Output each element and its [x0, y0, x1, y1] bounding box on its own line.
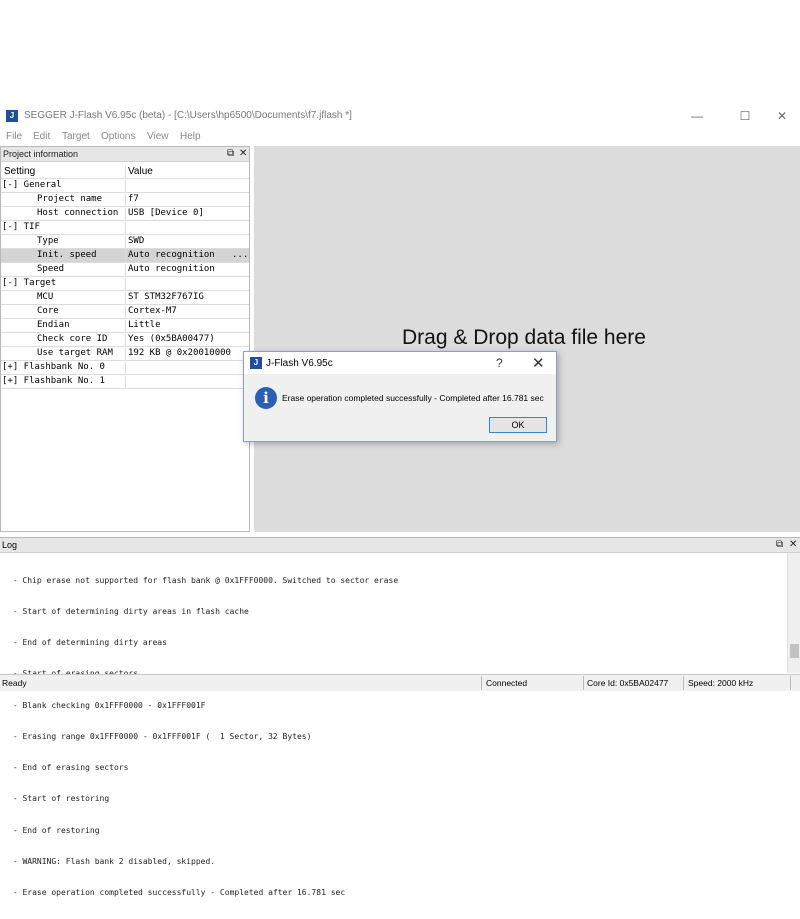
- float-panel-icon[interactable]: ⧉: [776, 539, 783, 550]
- status-separator: [790, 676, 791, 690]
- info-icon: i: [255, 387, 277, 409]
- use-target-ram-value[interactable]: 192 KB @ 0x20010000: [125, 348, 249, 361]
- status-separator: [683, 676, 684, 690]
- window-title: SEGGER J-Flash V6.95c (beta) - [C:\Users…: [24, 110, 352, 121]
- cell-value: [125, 362, 249, 375]
- table-row[interactable]: [-] TIF: [1, 221, 249, 235]
- cell-value: [125, 376, 249, 389]
- log-scrollbar[interactable]: [787, 553, 800, 673]
- connection-status: Connected: [486, 678, 528, 688]
- type-value[interactable]: SWD: [125, 236, 249, 249]
- init-speed-value[interactable]: Auto recognition: [125, 250, 249, 263]
- cell-value: [125, 222, 249, 235]
- panel-title: Project information: [3, 149, 79, 159]
- jflash-logo-icon: J: [6, 110, 18, 122]
- log-panel: Log ⧉ ✕ - Chip erase not supported for f…: [0, 537, 800, 897]
- speed-status: Speed: 2000 kHz: [688, 678, 754, 688]
- grid-header-row: Setting Value: [1, 165, 249, 179]
- dialog-title-bar: J J-Flash V6.95c ? ✕: [244, 352, 556, 374]
- status-text: Ready: [2, 678, 27, 688]
- log-line: - Erasing range 0x1FFF0000 - 0x1FFF001F …: [8, 731, 312, 741]
- column-header-value[interactable]: Value: [125, 166, 249, 179]
- menu-edit[interactable]: Edit: [33, 131, 50, 142]
- group-target[interactable]: [-] Target: [1, 278, 124, 291]
- status-bar: Ready Connected Core Id: 0x5BA02477 Spee…: [0, 674, 800, 691]
- close-button[interactable]: ✕: [765, 106, 799, 126]
- table-row[interactable]: Speed Auto recognition: [1, 263, 249, 277]
- project-information-panel: Project information ⧉ ✕ Setting Value [-…: [0, 146, 250, 532]
- dialog-close-button[interactable]: ✕: [532, 354, 545, 372]
- log-line: - Erase operation completed successfully…: [8, 888, 346, 897]
- drop-area[interactable]: Drag & Drop data file here: [254, 146, 800, 532]
- table-row[interactable]: [-] General: [1, 179, 249, 193]
- log-line: - Blank checking 0x1FFF0000 - 0x1FFF001F: [8, 700, 206, 710]
- group-general[interactable]: [-] General: [1, 180, 124, 193]
- dialog-title: J-Flash V6.95c: [266, 358, 333, 369]
- log-line: - End of erasing sectors: [8, 763, 129, 773]
- log-line: - WARNING: Flash bank 2 disabled, skippe…: [8, 856, 216, 866]
- group-flashbank-0[interactable]: [+] Flashbank No. 0: [1, 362, 124, 375]
- close-panel-icon[interactable]: ✕: [239, 148, 247, 159]
- table-row[interactable]: Endian Little: [1, 319, 249, 333]
- check-core-id-value[interactable]: Yes (0x5BA00477): [125, 334, 249, 347]
- table-row[interactable]: Use target RAM 192 KB @ 0x20010000: [1, 347, 249, 361]
- dialog-body: i Erase operation completed successfully…: [244, 374, 556, 441]
- drop-hint: Drag & Drop data file here: [402, 326, 646, 349]
- log-line: - End of determining dirty areas: [8, 638, 167, 648]
- menu-help[interactable]: Help: [180, 131, 201, 142]
- message-dialog: J J-Flash V6.95c ? ✕ i Erase operation c…: [243, 351, 557, 442]
- scrollbar-thumb[interactable]: [790, 644, 799, 658]
- menu-view[interactable]: View: [147, 131, 169, 142]
- table-row[interactable]: MCU ST STM32F767IG: [1, 291, 249, 305]
- close-panel-icon[interactable]: ✕: [789, 539, 797, 550]
- menu-options[interactable]: Options: [101, 131, 135, 142]
- group-flashbank-1[interactable]: [+] Flashbank No. 1: [1, 376, 124, 389]
- menu-bar: File Edit Target Options View Help: [0, 129, 800, 145]
- float-panel-icon[interactable]: ⧉: [227, 148, 234, 159]
- ok-button[interactable]: OK: [489, 417, 547, 433]
- table-row-selected[interactable]: Init. speed Auto recognition ...: [1, 249, 249, 263]
- mcu-value[interactable]: ST STM32F767IG: [125, 292, 249, 305]
- cell-value: [125, 180, 249, 193]
- table-row[interactable]: Core Cortex-M7: [1, 305, 249, 319]
- table-row[interactable]: Check core ID Yes (0x5BA00477): [1, 333, 249, 347]
- menu-file[interactable]: File: [6, 131, 22, 142]
- log-output: - Chip erase not supported for flash ban…: [8, 555, 398, 919]
- maximize-button[interactable]: ☐: [728, 106, 762, 126]
- table-row[interactable]: [+] Flashbank No. 1: [1, 375, 249, 389]
- jflash-logo-icon: J: [250, 357, 262, 369]
- project-name-value[interactable]: f7: [125, 194, 249, 207]
- browse-button[interactable]: ...: [232, 250, 248, 262]
- log-line: - Start of determining dirty areas in fl…: [8, 607, 249, 617]
- table-row[interactable]: [+] Flashbank No. 0: [1, 361, 249, 375]
- panel-header: Project information ⧉ ✕: [1, 147, 249, 162]
- table-row[interactable]: [-] Target: [1, 277, 249, 291]
- speed-value[interactable]: Auto recognition: [125, 264, 249, 277]
- table-row[interactable]: Type SWD: [1, 235, 249, 249]
- host-connection-value[interactable]: USB [Device 0]: [125, 208, 249, 221]
- column-header-setting[interactable]: Setting: [1, 166, 126, 179]
- log-title: Log: [2, 540, 18, 550]
- table-row[interactable]: Host connection USB [Device 0]: [1, 207, 249, 221]
- endian-value[interactable]: Little: [125, 320, 249, 333]
- log-line: - End of restoring: [8, 825, 100, 835]
- menu-target[interactable]: Target: [62, 131, 90, 142]
- dialog-help-button[interactable]: ?: [496, 356, 503, 370]
- core-value[interactable]: Cortex-M7: [125, 306, 249, 319]
- group-tif[interactable]: [-] TIF: [1, 222, 124, 235]
- status-separator: [583, 676, 584, 690]
- minimize-button[interactable]: —: [680, 106, 714, 126]
- core-id-status: Core Id: 0x5BA02477: [587, 678, 669, 688]
- title-bar: J SEGGER J-Flash V6.95c (beta) - [C:\Use…: [0, 103, 800, 129]
- status-separator: [481, 676, 482, 690]
- dialog-message: Erase operation completed successfully -…: [282, 393, 544, 403]
- cell-value: [125, 278, 249, 291]
- log-line: - Chip erase not supported for flash ban…: [8, 575, 399, 585]
- panel-header: Log ⧉ ✕: [0, 538, 800, 553]
- table-row[interactable]: Project name f7: [1, 193, 249, 207]
